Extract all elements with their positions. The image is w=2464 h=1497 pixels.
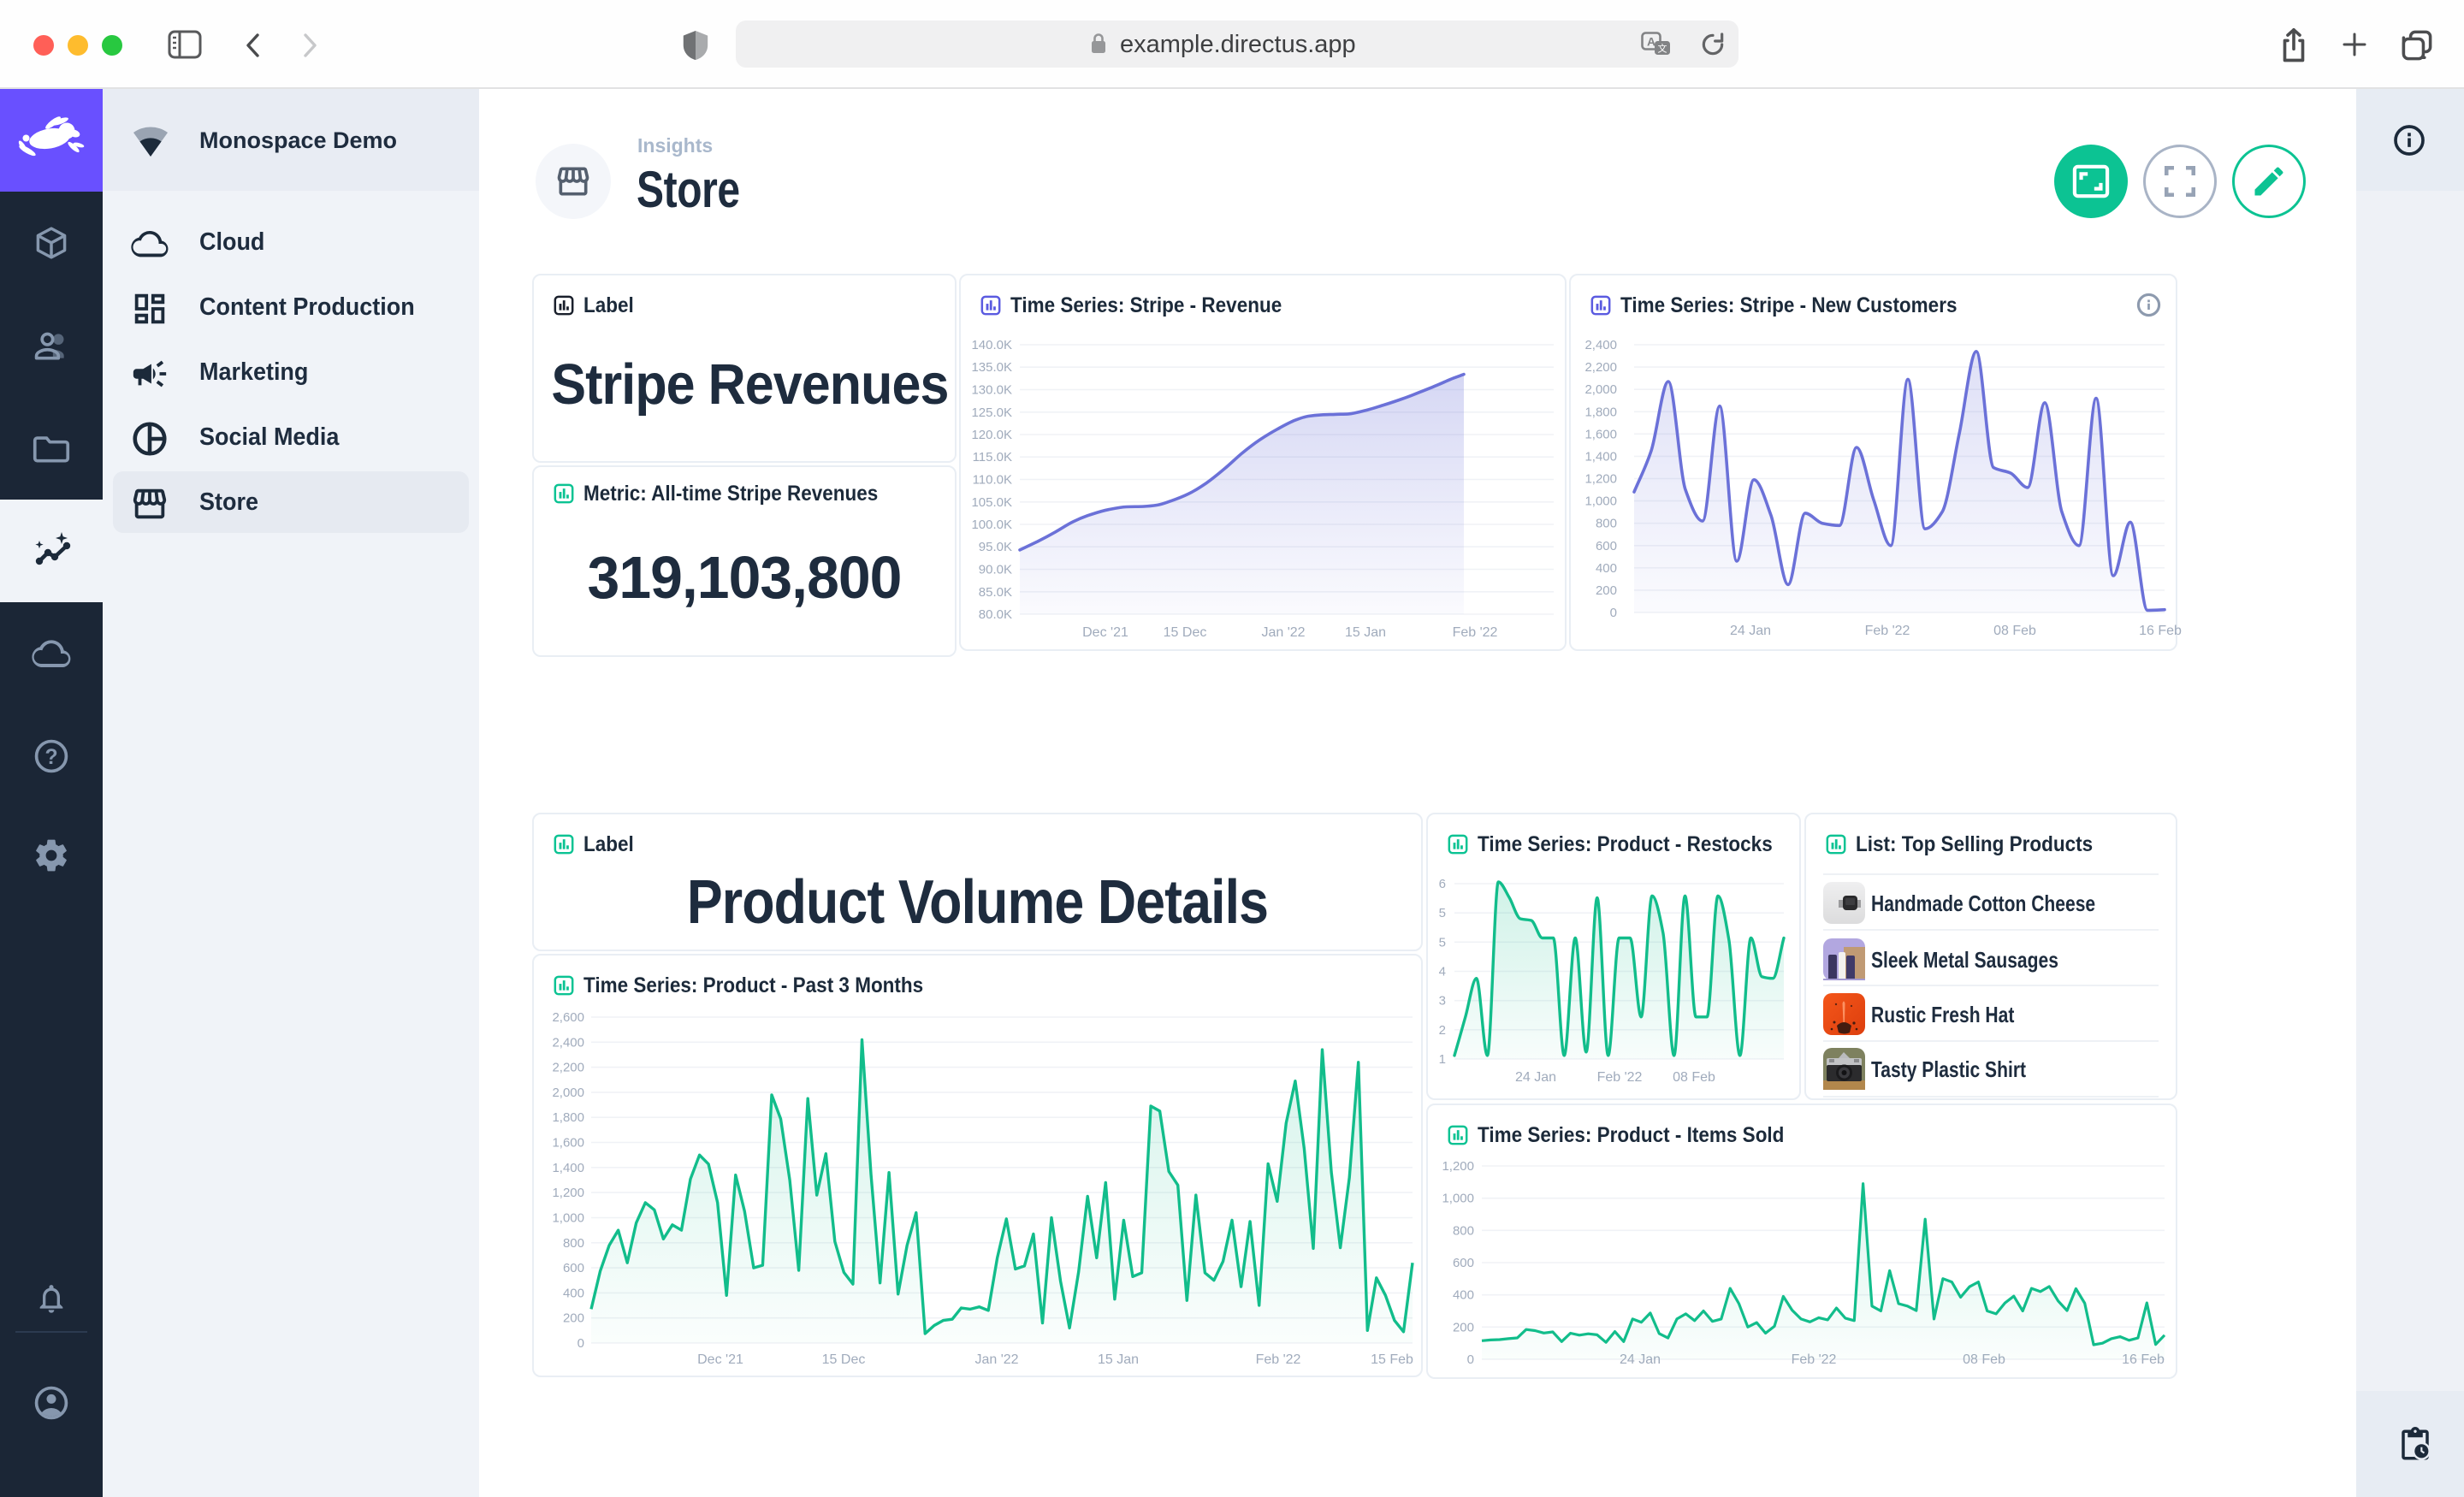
- svg-text:0: 0: [1467, 1352, 1474, 1367]
- svg-text:105.0K: 105.0K: [971, 495, 1012, 510]
- svg-text:Feb '22: Feb '22: [1597, 1070, 1643, 1085]
- svg-text:120.0K: 120.0K: [971, 428, 1012, 442]
- svg-text:15 Dec: 15 Dec: [1164, 625, 1207, 640]
- svg-text:Dec '21: Dec '21: [697, 1352, 743, 1367]
- svg-text:2,200: 2,200: [552, 1061, 584, 1075]
- svg-text:90.0K: 90.0K: [979, 563, 1012, 577]
- svg-text:15 Jan: 15 Jan: [1345, 625, 1386, 640]
- svg-text:2,000: 2,000: [1584, 382, 1617, 397]
- svg-text:200: 200: [1596, 583, 1617, 598]
- svg-text:08 Feb: 08 Feb: [1673, 1070, 1715, 1085]
- svg-text:400: 400: [563, 1286, 584, 1300]
- svg-text:2,400: 2,400: [1584, 338, 1617, 352]
- svg-text:1,200: 1,200: [1584, 472, 1617, 487]
- svg-text:6: 6: [1439, 877, 1446, 891]
- svg-text:5: 5: [1439, 906, 1446, 920]
- svg-text:24 Jan: 24 Jan: [1730, 624, 1771, 638]
- svg-text:0: 0: [1610, 606, 1617, 620]
- svg-text:125.0K: 125.0K: [971, 405, 1012, 420]
- svg-text:Feb '22: Feb '22: [1453, 625, 1498, 640]
- svg-text:Feb '22: Feb '22: [1865, 624, 1910, 638]
- svg-text:1,400: 1,400: [552, 1161, 584, 1175]
- svg-text:15 Jan: 15 Jan: [1098, 1352, 1139, 1367]
- svg-text:140.0K: 140.0K: [971, 338, 1012, 352]
- svg-text:200: 200: [563, 1311, 584, 1326]
- svg-text:110.0K: 110.0K: [973, 473, 1012, 488]
- svg-text:1,800: 1,800: [1584, 405, 1617, 419]
- svg-text:3: 3: [1439, 994, 1446, 1009]
- svg-text:1,400: 1,400: [1584, 449, 1617, 464]
- svg-text:2,000: 2,000: [552, 1086, 584, 1100]
- svg-text:08 Feb: 08 Feb: [1993, 624, 2036, 638]
- svg-text:Jan '22: Jan '22: [974, 1352, 1018, 1367]
- svg-text:800: 800: [1453, 1223, 1474, 1238]
- svg-text:1,800: 1,800: [552, 1110, 584, 1125]
- svg-text:1,000: 1,000: [552, 1211, 584, 1226]
- svg-text:5: 5: [1439, 935, 1446, 950]
- svg-text:95.0K: 95.0K: [979, 540, 1012, 554]
- svg-text:400: 400: [1453, 1288, 1474, 1303]
- svg-text:A: A: [1647, 35, 1656, 49]
- svg-text:24 Jan: 24 Jan: [1515, 1070, 1556, 1085]
- svg-text:600: 600: [563, 1261, 584, 1275]
- svg-text:2,200: 2,200: [1584, 360, 1617, 375]
- svg-text:Jan '22: Jan '22: [1261, 625, 1305, 640]
- svg-text:2: 2: [1439, 1023, 1446, 1038]
- svg-text:1,600: 1,600: [552, 1136, 584, 1151]
- svg-text:15 Feb: 15 Feb: [1371, 1352, 1413, 1367]
- svg-text:2,400: 2,400: [552, 1035, 584, 1050]
- svg-text:16 Feb: 16 Feb: [2139, 624, 2182, 638]
- svg-text:100.0K: 100.0K: [971, 518, 1012, 532]
- svg-text:1,200: 1,200: [1442, 1159, 1474, 1174]
- svg-text:15 Dec: 15 Dec: [822, 1352, 866, 1367]
- svg-text:200: 200: [1453, 1320, 1474, 1334]
- svg-text:0: 0: [578, 1336, 584, 1351]
- svg-text:Feb '22: Feb '22: [1256, 1352, 1301, 1367]
- svg-text:800: 800: [1596, 517, 1617, 531]
- svg-text:?: ?: [44, 746, 57, 769]
- svg-text:1,600: 1,600: [1584, 427, 1617, 441]
- svg-text:600: 600: [1453, 1256, 1474, 1270]
- svg-text:2,600: 2,600: [552, 1010, 584, 1025]
- svg-text:Dec '21: Dec '21: [1082, 625, 1128, 640]
- svg-text:115.0K: 115.0K: [973, 450, 1012, 464]
- svg-text:130.0K: 130.0K: [971, 383, 1012, 398]
- svg-text:1,000: 1,000: [1442, 1192, 1474, 1206]
- svg-text:135.0K: 135.0K: [971, 360, 1012, 375]
- svg-text:80.0K: 80.0K: [979, 607, 1012, 622]
- svg-text:1,200: 1,200: [552, 1186, 584, 1200]
- svg-text:400: 400: [1596, 561, 1617, 576]
- svg-text:1,000: 1,000: [1584, 494, 1617, 509]
- svg-text:4: 4: [1439, 965, 1446, 979]
- svg-text:800: 800: [563, 1236, 584, 1251]
- svg-text:600: 600: [1596, 539, 1617, 553]
- svg-text:85.0K: 85.0K: [979, 585, 1012, 600]
- svg-text:1: 1: [1439, 1052, 1446, 1067]
- svg-text:文: 文: [1658, 43, 1667, 55]
